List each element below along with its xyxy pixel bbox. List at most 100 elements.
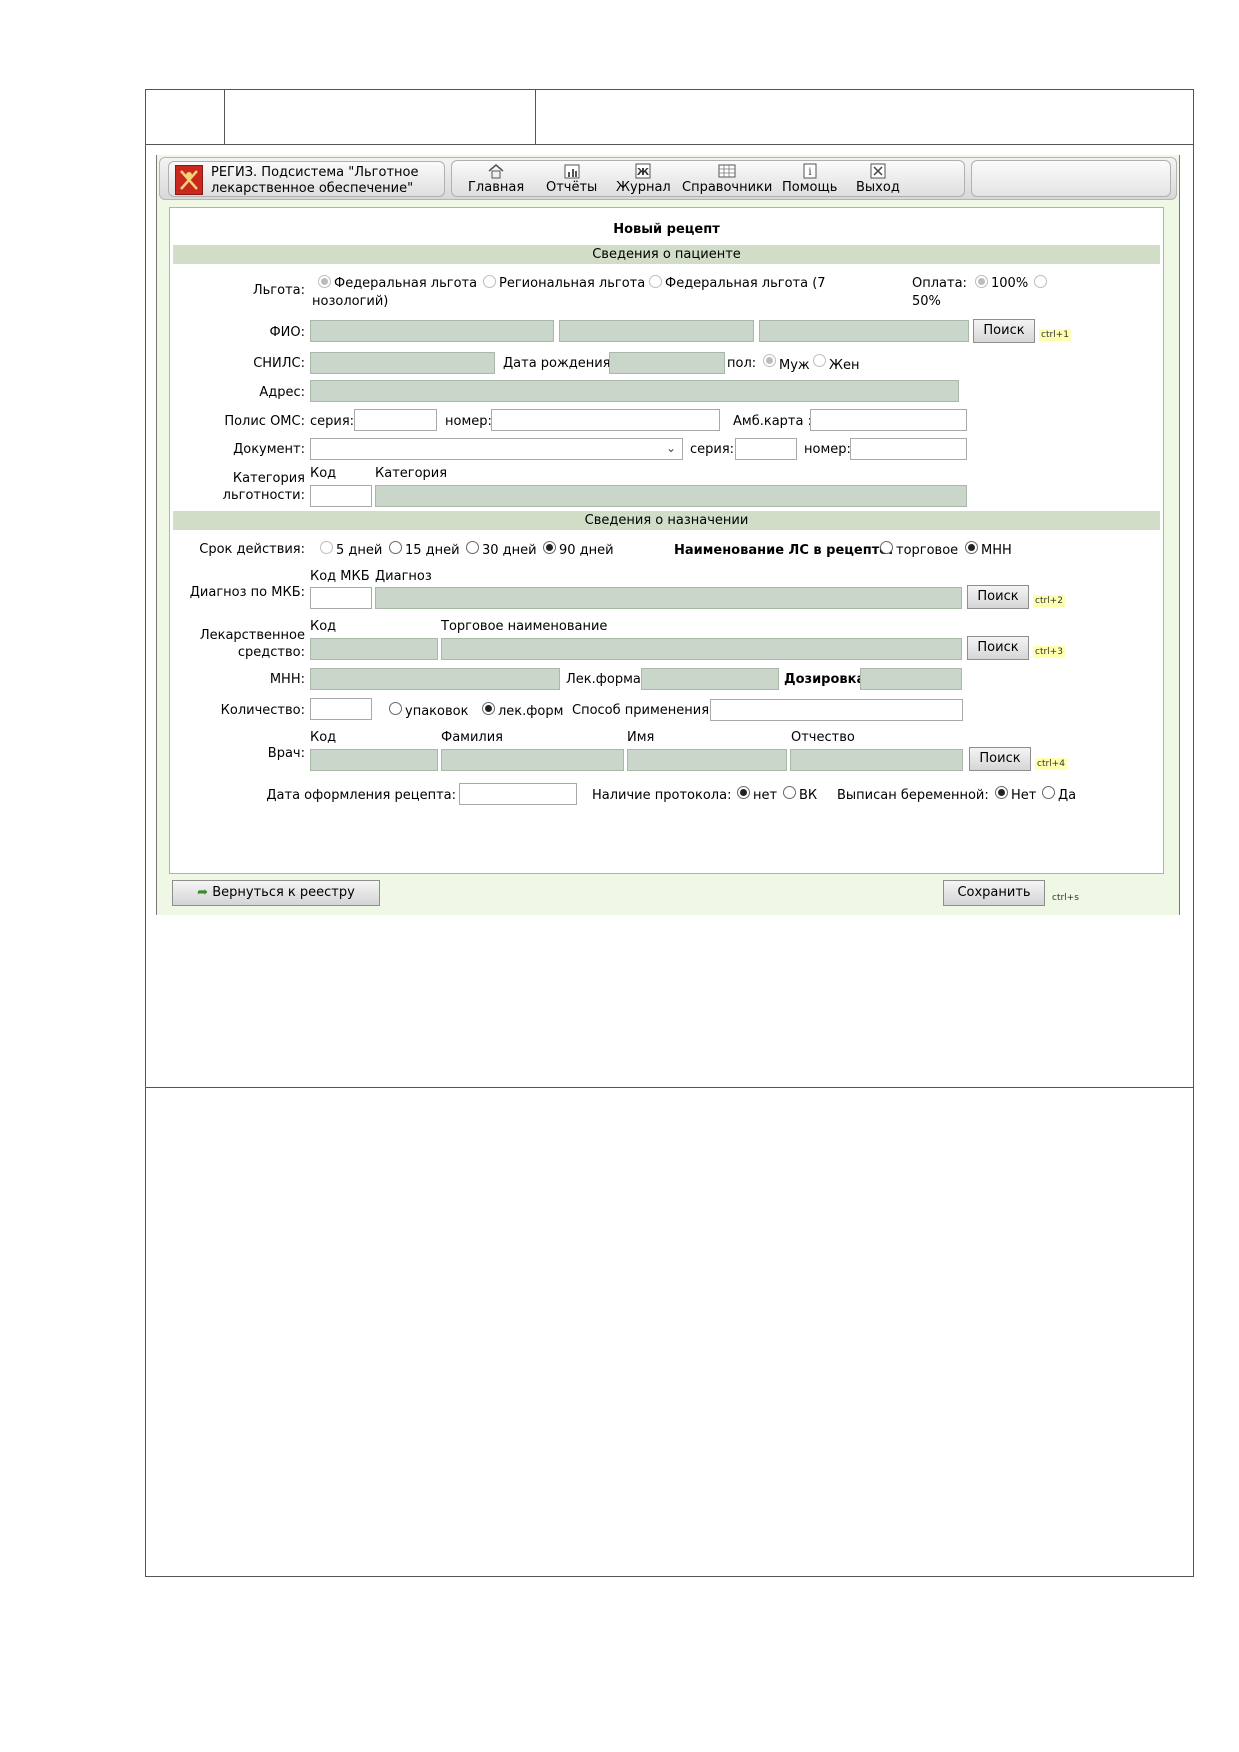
validity-30-radio[interactable] [466, 541, 479, 554]
benefit-federal7-label: Федеральная льгота (7 [665, 276, 826, 291]
benefit-regional-radio[interactable] [483, 275, 496, 288]
diagnosis-name-field[interactable] [375, 587, 962, 609]
amb-card-field[interactable] [810, 409, 967, 431]
protocol-vk-radio[interactable] [783, 786, 796, 799]
app-title: РЕГИЗ. Подсистема "Льготное лекарственно… [211, 165, 441, 197]
document-series-label: серия: [690, 442, 735, 457]
oms-series-field[interactable] [354, 409, 437, 431]
menu-journal[interactable]: Ж Журнал [616, 163, 671, 195]
document-number-field[interactable] [850, 438, 967, 460]
gender-female-radio[interactable] [813, 354, 826, 367]
payment-100-radio[interactable] [975, 275, 988, 288]
drug-trade-header: Торговое наименование [441, 619, 608, 634]
doctor-last-field[interactable] [441, 749, 624, 771]
issue-date-field[interactable] [459, 783, 577, 805]
address-field[interactable] [310, 380, 959, 402]
quantity-packs-radio[interactable] [389, 702, 402, 715]
usage-label: Способ применения: [572, 703, 714, 718]
drug-name-trade-radio[interactable] [880, 541, 893, 554]
app-title-line2: лекарственное обеспечение" [211, 181, 414, 196]
pregnant-label: Выписан беременной: [837, 788, 989, 803]
journal-icon: Ж [635, 163, 651, 179]
validity-5-radio[interactable] [320, 541, 333, 554]
drug-search-button[interactable]: Поиск [967, 636, 1029, 660]
snils-field[interactable] [310, 352, 495, 374]
patient-search-button[interactable]: Поиск [973, 319, 1035, 343]
payment-100-label: 100% [991, 276, 1029, 291]
document-select[interactable]: ⌄ [310, 438, 683, 460]
dosage-field[interactable] [860, 668, 962, 690]
pregnant-yes-radio[interactable] [1042, 786, 1055, 799]
header-divider [224, 90, 225, 144]
doctor-code-field[interactable] [310, 749, 438, 771]
drug-name-mnn-radio[interactable] [965, 541, 978, 554]
back-arrow-icon: ➦ [197, 885, 209, 900]
validity-90-label: 90 дней [559, 543, 614, 558]
section-patient: Сведения о пациенте [173, 245, 1160, 264]
last-name-field[interactable] [310, 320, 554, 342]
benefit-federal-radio[interactable] [318, 275, 331, 288]
protocol-label: Наличие протокола: [592, 788, 732, 803]
category-code-field[interactable] [310, 485, 372, 507]
app-window: РЕГИЗ. Подсистема "Льготное лекарственно… [156, 155, 1180, 915]
mnn-field[interactable] [310, 668, 560, 690]
menu-home[interactable]: Главная [468, 163, 524, 195]
doctor-search-button[interactable]: Поиск [969, 747, 1031, 771]
drug-name-trade-label: торговое [896, 543, 959, 558]
validity-90-radio[interactable] [543, 541, 556, 554]
document-series-field[interactable] [735, 438, 797, 460]
birth-date-label: Дата рождения: [503, 356, 615, 371]
dosage-form-label: Лек.форма: [566, 672, 646, 687]
save-button[interactable]: Сохранить [943, 880, 1045, 906]
doctor-first-field[interactable] [627, 749, 787, 771]
quantity-packs-label: упаковок [405, 704, 469, 719]
menu-reports[interactable]: Отчёты [546, 163, 597, 195]
document-divider [146, 1087, 1193, 1088]
protocol-no-label: нет [753, 788, 778, 803]
validity-15-radio[interactable] [389, 541, 402, 554]
doctor-middle-field[interactable] [790, 749, 963, 771]
gender-label: пол: [727, 356, 757, 371]
validity-30-label: 30 дней [482, 543, 537, 558]
diagnosis-search-button[interactable]: Поиск [967, 585, 1029, 609]
drug-code-field[interactable] [310, 638, 438, 660]
category-name-field[interactable] [375, 485, 967, 507]
dosage-form-field[interactable] [641, 668, 779, 690]
back-to-registry-label: Вернуться к реестру [212, 885, 355, 900]
diagnosis-name-header: Диагноз [375, 569, 432, 584]
doctor-first-header: Имя [627, 730, 655, 745]
protocol-no-radio[interactable] [737, 786, 750, 799]
quantity-forms-radio[interactable] [482, 702, 495, 715]
menu-exit[interactable]: Выход [856, 163, 900, 195]
doctor-label: Врач: [267, 746, 305, 761]
drug-label-line1: Лекарственное [199, 628, 305, 643]
svg-text:Ж: Ж [637, 167, 650, 178]
home-icon [488, 164, 504, 179]
payment-50-radio[interactable] [1034, 275, 1047, 288]
usage-field[interactable] [710, 699, 963, 721]
birth-date-field[interactable] [609, 352, 725, 374]
back-to-registry-button[interactable]: ➦ Вернуться к реестру [172, 880, 380, 906]
quantity-field[interactable] [310, 698, 372, 720]
middle-name-field[interactable] [759, 320, 969, 342]
form-title: Новый рецепт [613, 222, 720, 237]
oms-number-field[interactable] [491, 409, 720, 431]
quantity-label: Количество: [220, 703, 305, 718]
quantity-forms-label: лек.форм [498, 704, 564, 719]
menu-help[interactable]: i Помощь [782, 163, 837, 195]
menu-help-label: Помощь [782, 180, 838, 195]
oms-number-label: номер: [445, 414, 492, 429]
benefit-federal7-radio[interactable] [649, 275, 662, 288]
snils-label: СНИЛС: [253, 356, 305, 371]
pregnant-no-radio[interactable] [995, 786, 1008, 799]
validity-15-label: 15 дней [405, 543, 460, 558]
oms-series-label: серия: [310, 414, 355, 429]
drug-trade-field[interactable] [441, 638, 962, 660]
menu-references[interactable]: Справочники [682, 163, 772, 195]
info-icon: i [803, 163, 817, 179]
main-menu: Главная Отчёты Ж Журнал Справочники i По… [451, 160, 965, 197]
first-name-field[interactable] [559, 320, 754, 342]
svg-text:i: i [808, 167, 811, 178]
gender-male-radio[interactable] [763, 354, 776, 367]
diagnosis-code-field[interactable] [310, 587, 372, 609]
